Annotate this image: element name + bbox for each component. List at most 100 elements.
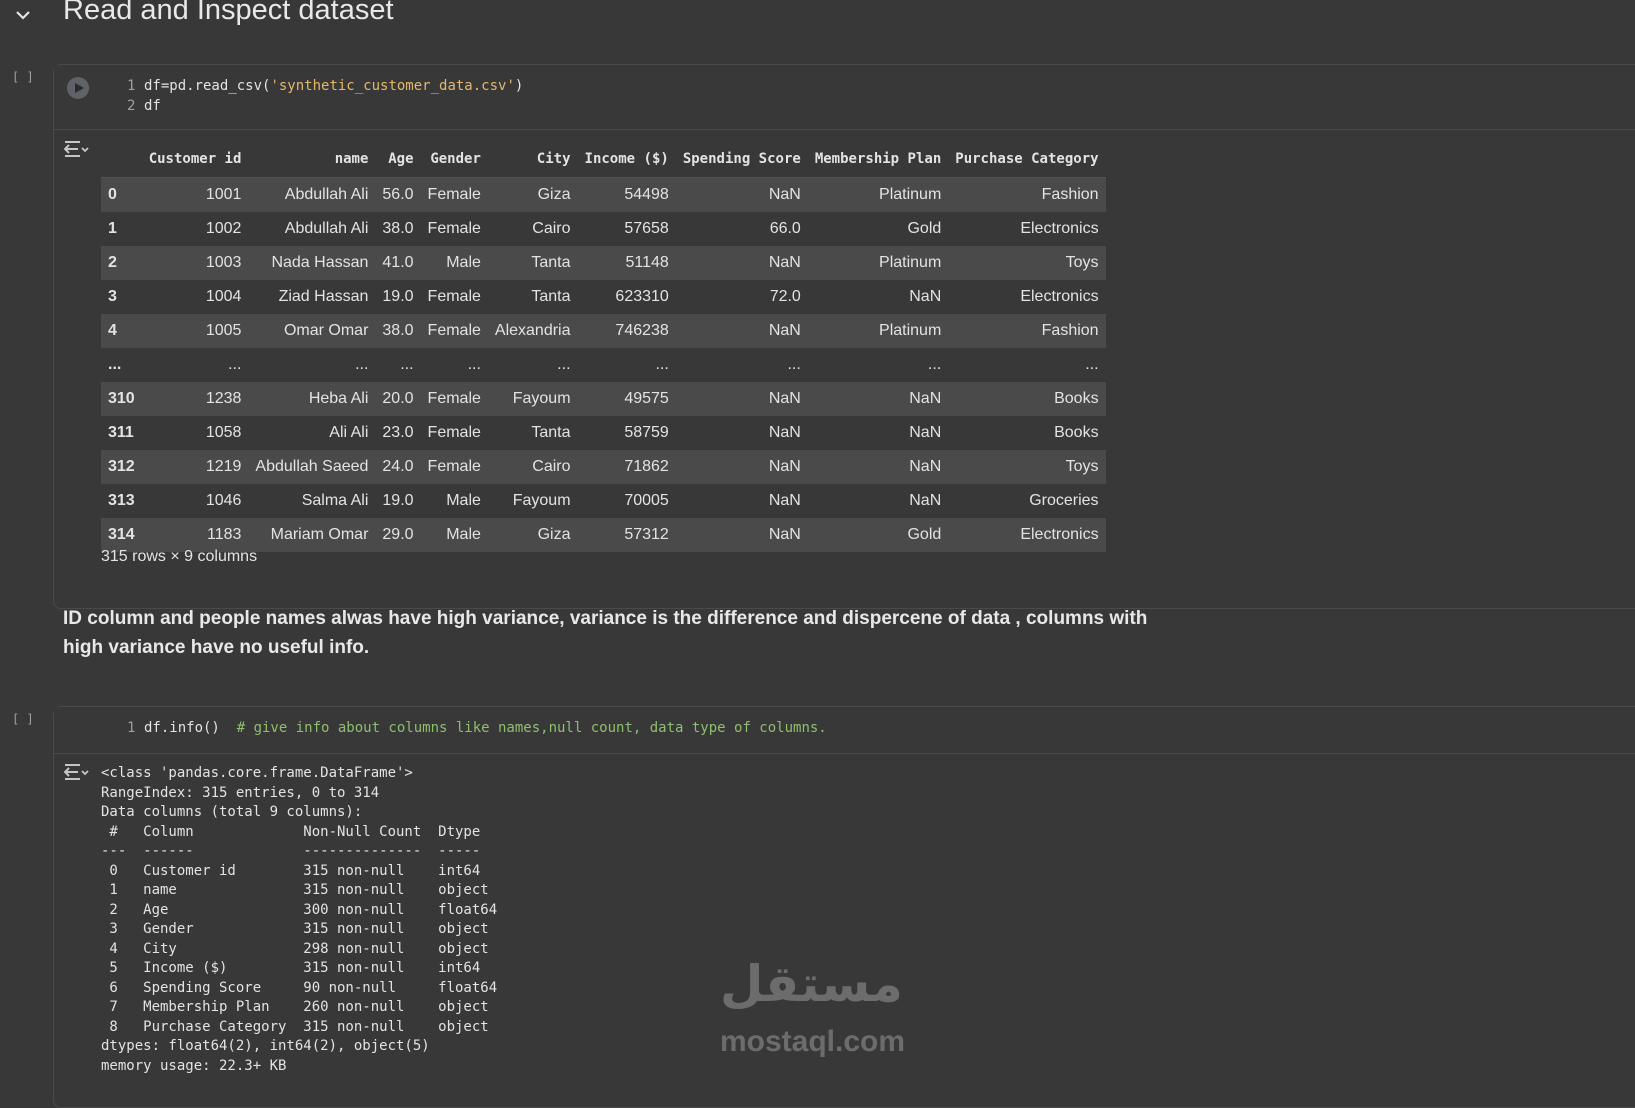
column-header: Purchase Category — [948, 141, 1106, 178]
table-cell: NaN — [675, 382, 808, 416]
table-cell: Gold — [807, 212, 949, 246]
table-cell: NaN — [675, 484, 808, 518]
cell-1-exec-count: [ ] — [12, 70, 34, 84]
column-header: Gender — [420, 141, 488, 178]
cell-2-exec-count: [ ] — [12, 712, 34, 726]
table-row: 2 1003 Nada Hassan 41.0 Male Tanta 51148 NaN Pla… — [101, 246, 1106, 280]
row-index: 311 — [101, 416, 142, 450]
table-cell: Abdullah Ali — [248, 212, 376, 246]
table-cell: 1003 — [141, 246, 249, 280]
table-row: 312 1219 Abdullah Saeed 24.0 Female Cairo 7186… — [101, 450, 1106, 484]
table-cell: NaN — [675, 246, 808, 280]
table-row: 311 1058 Ali Ali 23.0 Female Tanta 58759 NaN NaN… — [101, 416, 1106, 450]
table-cell: Ali Ali — [248, 416, 376, 450]
table-cell: NaN — [675, 450, 808, 484]
table-cell: 56.0 — [375, 177, 421, 212]
chevron-down-icon[interactable] — [14, 6, 32, 24]
section-header[interactable]: Read and Inspect dataset — [0, 0, 1635, 40]
table-cell: 29.0 — [375, 518, 421, 552]
table-cell: ... — [948, 348, 1106, 382]
table-cell: 1005 — [141, 314, 249, 348]
output-toggle-icon[interactable] — [64, 139, 90, 159]
table-cell: Female — [420, 314, 488, 348]
table-cell: Fayoum — [487, 484, 578, 518]
table-row: 0 1001 Abdullah Ali 56.0 Female Giza 54498 NaN P… — [101, 177, 1106, 212]
table-cell: ... — [141, 348, 249, 382]
table-cell: Female — [420, 450, 488, 484]
table-cell: 19.0 — [375, 484, 421, 518]
table-cell: 746238 — [577, 314, 676, 348]
table-row: 3 1004 Ziad Hassan 19.0 Female Tanta 623310 72.… — [101, 280, 1106, 314]
column-header: Customer id — [141, 141, 249, 178]
table-cell: ... — [577, 348, 676, 382]
row-index: 2 — [101, 246, 142, 280]
table-cell: NaN — [807, 450, 949, 484]
table-cell: 23.0 — [375, 416, 421, 450]
table-cell: Nada Hassan — [248, 246, 376, 280]
table-cell: Giza — [487, 518, 578, 552]
table-cell: Platinum — [807, 314, 949, 348]
watermark-logo-latin: mostaql.com — [720, 1025, 906, 1058]
code-editor[interactable]: 1 df.info() # give info about columns li… — [54, 707, 1635, 754]
table-cell: Cairo — [487, 450, 578, 484]
row-index: 4 — [101, 314, 142, 348]
table-cell: ... — [807, 348, 949, 382]
table-cell: 57312 — [577, 518, 676, 552]
table-cell: 1219 — [141, 450, 249, 484]
table-cell: Mariam Omar — [248, 518, 376, 552]
table-row: 314 1183 Mariam Omar 29.0 Male Giza 57312 NaN Go… — [101, 518, 1106, 552]
table-row: 313 1046 Salma Ali 19.0 Male Fayoum 70005 NaN Na… — [101, 484, 1106, 518]
table-cell: Fashion — [948, 177, 1106, 212]
column-header: Spending Score — [675, 141, 808, 178]
table-cell: 24.0 — [375, 450, 421, 484]
column-header: Income ($) — [577, 141, 676, 178]
row-index: 1 — [101, 212, 142, 246]
table-cell: Ziad Hassan — [248, 280, 376, 314]
table-cell: Female — [420, 416, 488, 450]
table-cell: Gold — [807, 518, 949, 552]
table-cell: NaN — [807, 484, 949, 518]
code-line-1[interactable]: df.info() # give info about columns like… — [144, 720, 827, 736]
table-header-row: Customer id name Age Gender City Income ($) Sp… — [101, 141, 1106, 178]
table-cell: Toys — [948, 246, 1106, 280]
column-header: Membership Plan — [807, 141, 949, 178]
markdown-text[interactable]: ID column and people names alwas have hi… — [63, 604, 1173, 662]
table-cell: ... — [420, 348, 488, 382]
table-cell: Omar Omar — [248, 314, 376, 348]
code-cell-read-csv[interactable]: 1 df=pd.read_csv('synthetic_customer_dat… — [53, 64, 1635, 609]
table-cell: Heba Ali — [248, 382, 376, 416]
table-cell: Salma Ali — [248, 484, 376, 518]
dataframe-table: Customer id name Age Gender City Income ($) Sp… — [101, 141, 1106, 552]
table-cell: Female — [420, 382, 488, 416]
table-cell: 66.0 — [675, 212, 808, 246]
table-cell: Toys — [948, 450, 1106, 484]
dataframe-shape: 315 rows × 9 columns — [101, 548, 258, 565]
table-cell: 19.0 — [375, 280, 421, 314]
table-cell: Alexandria — [487, 314, 578, 348]
table-cell: 54498 — [577, 177, 676, 212]
table-cell: Electronics — [948, 212, 1106, 246]
table-cell: NaN — [675, 177, 808, 212]
table-cell: NaN — [807, 280, 949, 314]
table-cell: 49575 — [577, 382, 676, 416]
table-cell: 20.0 — [375, 382, 421, 416]
row-index: 3 — [101, 280, 142, 314]
line-number: 1 — [127, 78, 136, 94]
table-cell: NaN — [675, 518, 808, 552]
table-row: 4 1005 Omar Omar 38.0 Female Alexandria 746238… — [101, 314, 1106, 348]
watermark-logo-arabic: مستقل — [720, 955, 903, 1013]
row-index: 314 — [101, 518, 142, 552]
code-line-2[interactable]: df — [144, 98, 161, 114]
table-cell: 38.0 — [375, 314, 421, 348]
line-number: 2 — [127, 98, 136, 114]
table-cell: 1183 — [141, 518, 249, 552]
table-cell: Female — [420, 177, 488, 212]
row-index: 310 — [101, 382, 142, 416]
output-toggle-icon[interactable] — [64, 762, 90, 782]
run-cell-button[interactable] — [67, 77, 89, 99]
line-number: 1 — [127, 720, 136, 736]
code-editor[interactable]: 1 df=pd.read_csv('synthetic_customer_dat… — [54, 65, 1635, 130]
row-index: 0 — [101, 177, 142, 212]
code-line-1[interactable]: df=pd.read_csv('synthetic_customer_data.… — [144, 78, 523, 94]
table-cell: 58759 — [577, 416, 676, 450]
